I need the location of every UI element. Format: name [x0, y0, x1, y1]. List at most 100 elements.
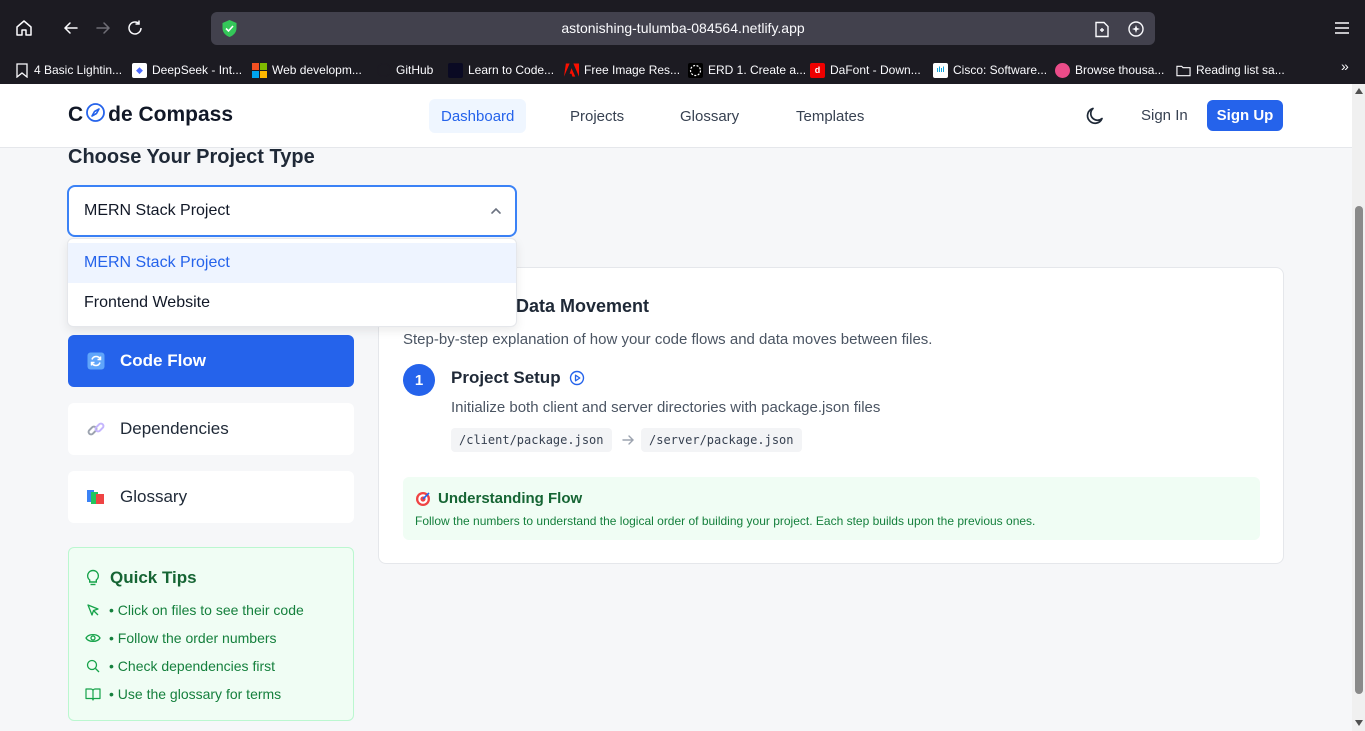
target-icon — [415, 491, 431, 507]
logo-text-end: de Compass — [108, 103, 234, 126]
dafont-icon: d — [810, 62, 825, 78]
site-logo[interactable]: C de Compass — [68, 102, 234, 127]
back-icon[interactable] — [57, 14, 85, 42]
understanding-flow-box: Understanding Flow Follow the numbers to… — [403, 477, 1260, 540]
bookmark-label: GitHub — [396, 63, 434, 77]
cisco-icon: ılıl — [933, 62, 948, 78]
nav-tab-dashboard[interactable]: Dashboard — [429, 99, 527, 133]
flow-title: Understanding Flow — [415, 490, 582, 507]
tip-text: • Check dependencies first — [109, 658, 275, 674]
nav-tab-templates[interactable]: Templates — [784, 99, 876, 133]
project-type-select[interactable]: MERN Stack Project — [67, 185, 517, 237]
flow-text: Follow the numbers to understand the log… — [415, 514, 1036, 528]
bookmark-label: Free Image Res... — [584, 63, 681, 77]
web-page: C de Compass Dashboard Projects Glossary… — [0, 84, 1352, 731]
bookmark-label: Browse thousa... — [1075, 63, 1165, 77]
bookmark-item[interactable]: ◆ DeepSeek - Int... — [132, 59, 242, 81]
sidebar-item-dependencies[interactable]: Dependencies — [68, 403, 354, 455]
dropdown-option-frontend[interactable]: Frontend Website — [68, 283, 516, 323]
step-title: Project Setup — [451, 368, 585, 388]
bookmark-item[interactable]: d DaFont - Down... — [810, 59, 921, 81]
erd-icon — [688, 62, 703, 78]
chevron-up-icon — [489, 204, 503, 223]
step-title-text: Project Setup — [451, 368, 561, 387]
bookmarks-overflow-icon[interactable]: » — [1341, 58, 1349, 74]
home-icon[interactable] — [10, 14, 38, 42]
refresh-icon — [86, 351, 106, 371]
nav-tab-glossary[interactable]: Glossary — [668, 99, 751, 133]
reload-icon[interactable] — [121, 14, 149, 42]
sidebar-label: Code Flow — [120, 351, 206, 370]
sidebar-label: Dependencies — [120, 419, 229, 438]
step-description: Initialize both client and server direct… — [451, 399, 881, 416]
folder-icon — [1176, 63, 1191, 78]
arrow-right-icon — [621, 433, 635, 452]
microsoft-icon — [252, 62, 267, 78]
logo-text-start: C — [68, 103, 84, 126]
link-icon — [86, 419, 106, 439]
bookmark-label: DaFont - Down... — [830, 63, 921, 77]
tip-item: • Follow the order numbers — [85, 630, 277, 646]
dropdown-option-mern[interactable]: MERN Stack Project — [68, 243, 516, 283]
books-icon — [86, 487, 106, 507]
bookmark-item[interactable]: 4 Basic Lightin... — [14, 59, 122, 81]
sidebar-item-glossary[interactable]: Glossary — [68, 471, 354, 523]
bookmark-item[interactable]: Free Image Res... — [564, 59, 680, 81]
flow-title-text: Understanding Flow — [438, 490, 583, 507]
lightbulb-icon — [85, 569, 101, 587]
url-text: astonishing-tulumba-084564.netlify.app — [561, 20, 805, 36]
cursor-icon — [85, 602, 101, 618]
quick-tips-panel: Quick Tips • Click on files to see their… — [68, 547, 354, 721]
bookmark-item[interactable]: GitHub — [376, 59, 433, 81]
tip-text: • Use the glossary for terms — [109, 686, 282, 702]
sign-in-button[interactable]: Sign In — [1141, 107, 1188, 124]
tip-text: • Follow the order numbers — [109, 630, 277, 646]
scroll-up-arrow-icon[interactable] — [1355, 88, 1363, 94]
tip-item: • Click on files to see their code — [85, 602, 304, 618]
play-circle-icon[interactable] — [569, 370, 585, 386]
nav-tab-projects[interactable]: Projects — [558, 99, 636, 133]
step-number-badge: 1 — [403, 364, 435, 396]
scroll-down-arrow-icon[interactable] — [1355, 720, 1363, 726]
book-open-icon — [85, 686, 101, 702]
compass-icon — [85, 102, 106, 123]
assistant-icon[interactable] — [1125, 18, 1147, 40]
github-icon — [376, 63, 391, 78]
sidebar-label: Glossary — [120, 487, 188, 506]
page-bookmark-icon[interactable] — [1091, 18, 1113, 40]
bookmark-item[interactable]: Reading list sa... — [1176, 59, 1285, 81]
forward-icon[interactable] — [89, 14, 117, 42]
site-header: C de Compass Dashboard Projects Glossary… — [0, 84, 1352, 148]
bookmark-item[interactable]: ılıl Cisco: Software... — [933, 59, 1047, 81]
bookmark-label: DeepSeek - Int... — [152, 63, 243, 77]
bookmark-label: ERD 1. Create a... — [708, 63, 807, 77]
file-chip[interactable]: /client/package.json — [451, 428, 612, 452]
card-title: Data Movement — [516, 296, 650, 316]
moon-icon[interactable] — [1084, 105, 1106, 127]
search-icon — [85, 658, 101, 674]
url-bar[interactable]: astonishing-tulumba-084564.netlify.app — [211, 12, 1155, 45]
bookmark-label: Learn to Code... — [468, 63, 555, 77]
bookmark-item[interactable]: ERD 1. Create a... — [688, 59, 806, 81]
bookmark-item[interactable]: Browse thousa... — [1055, 59, 1164, 81]
quick-tips-title-text: Quick Tips — [110, 568, 197, 587]
bookmark-item[interactable]: Web developm... — [252, 59, 362, 81]
sign-up-button[interactable]: Sign Up — [1207, 100, 1283, 131]
sidebar-item-code-flow[interactable]: Code Flow — [68, 335, 354, 387]
select-value: MERN Stack Project — [84, 202, 230, 219]
hamburger-menu-icon[interactable] — [1330, 16, 1354, 40]
card-subtitle: Step-by-step explanation of how your cod… — [403, 331, 933, 348]
eye-icon — [85, 630, 101, 646]
file-chip[interactable]: /server/package.json — [641, 428, 802, 452]
browser-toolbar: astonishing-tulumba-084564.netlify.app — [0, 0, 1365, 55]
scroll-thumb[interactable] — [1355, 206, 1363, 694]
bookmark-label: Reading list sa... — [1196, 63, 1285, 77]
section-title: Choose Your Project Type — [68, 146, 315, 168]
bookmark-item[interactable]: Learn to Code... — [448, 59, 554, 81]
tip-text: • Click on files to see their code — [109, 602, 304, 618]
tip-item: • Check dependencies first — [85, 658, 275, 674]
bookmark-label: Cisco: Software... — [953, 63, 1048, 77]
deepseek-icon: ◆ — [132, 62, 147, 78]
page-scrollbar[interactable] — [1352, 84, 1365, 731]
freecodecamp-icon — [448, 62, 463, 78]
